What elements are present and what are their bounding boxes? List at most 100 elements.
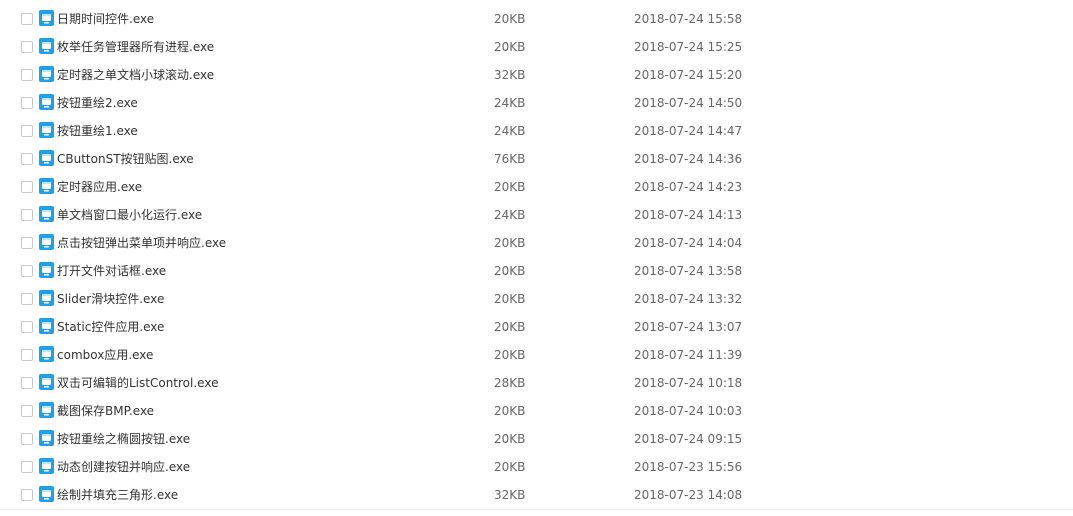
file-row[interactable]: 枚举任务管理器所有进程.exe 20KB 2018-07-24 15:25 — [0, 34, 1073, 62]
file-row[interactable]: CButtonST按钮贴图.exe 76KB 2018-07-24 14:36 — [0, 146, 1073, 174]
file-modified-date: 2018-07-24 14:50 — [634, 96, 743, 110]
file-row[interactable]: combox应用.exe 20KB 2018-07-24 11:39 — [0, 342, 1073, 370]
row-checkbox[interactable] — [21, 489, 33, 501]
file-modified-date: 2018-07-24 15:25 — [634, 40, 743, 54]
exe-file-icon — [39, 374, 54, 390]
row-checkbox[interactable] — [21, 153, 33, 165]
file-modified-date: 2018-07-23 14:08 — [634, 488, 743, 502]
file-name-link[interactable]: 按钮重绘2.exe — [57, 95, 138, 111]
file-name-link[interactable]: combox应用.exe — [57, 347, 153, 363]
row-checkbox[interactable] — [21, 433, 33, 445]
file-size: 20KB — [494, 40, 526, 54]
exe-file-icon — [39, 94, 54, 110]
file-row[interactable]: 动态创建按钮并响应.exe 20KB 2018-07-23 15:56 — [0, 454, 1073, 482]
exe-file-icon — [39, 486, 54, 502]
file-size: 20KB — [494, 264, 526, 278]
file-size: 76KB — [494, 152, 526, 166]
file-name-link[interactable]: CButtonST按钮贴图.exe — [57, 151, 194, 167]
file-row[interactable]: 绘制并填充三角形.exe 32KB 2018-07-23 14:08 — [0, 482, 1073, 510]
row-checkbox[interactable] — [21, 405, 33, 417]
file-name-link[interactable]: 单文档窗口最小化运行.exe — [57, 207, 202, 223]
file-size: 24KB — [494, 208, 526, 222]
file-modified-date: 2018-07-24 09:15 — [634, 432, 743, 446]
file-name-link[interactable]: 动态创建按钮并响应.exe — [57, 459, 190, 475]
exe-file-icon — [39, 318, 54, 334]
file-size: 28KB — [494, 376, 526, 390]
file-modified-date: 2018-07-24 11:39 — [634, 348, 743, 362]
file-name-link[interactable]: 定时器应用.exe — [57, 179, 142, 195]
file-name-link[interactable]: Static控件应用.exe — [57, 319, 164, 335]
file-size: 20KB — [494, 460, 526, 474]
file-row[interactable]: 按钮重绘1.exe 24KB 2018-07-24 14:47 — [0, 118, 1073, 146]
exe-file-icon — [39, 430, 54, 446]
row-checkbox[interactable] — [21, 461, 33, 473]
file-row[interactable]: Slider滑块控件.exe 20KB 2018-07-24 13:32 — [0, 286, 1073, 314]
file-size: 20KB — [494, 320, 526, 334]
file-size: 20KB — [494, 404, 526, 418]
file-name-link[interactable]: 绘制并填充三角形.exe — [57, 487, 178, 503]
file-name-link[interactable]: 打开文件对话框.exe — [57, 263, 166, 279]
file-name-link[interactable]: 枚举任务管理器所有进程.exe — [57, 39, 214, 55]
exe-file-icon — [39, 10, 54, 26]
file-row[interactable]: 定时器之单文档小球滚动.exe 32KB 2018-07-24 15:20 — [0, 62, 1073, 90]
file-modified-date: 2018-07-24 14:13 — [634, 208, 743, 222]
file-row[interactable]: 定时器应用.exe 20KB 2018-07-24 14:23 — [0, 174, 1073, 202]
file-modified-date: 2018-07-24 13:58 — [634, 264, 743, 278]
file-name-link[interactable]: 双击可编辑的ListControl.exe — [57, 375, 218, 391]
file-name-link[interactable]: 按钮重绘之椭圆按钮.exe — [57, 431, 190, 447]
file-name-link[interactable]: 点击按钮弹出菜单项并响应.exe — [57, 235, 226, 251]
row-checkbox[interactable] — [21, 125, 33, 137]
file-name-link[interactable]: Slider滑块控件.exe — [57, 291, 164, 307]
file-modified-date: 2018-07-24 13:32 — [634, 292, 743, 306]
row-checkbox[interactable] — [21, 349, 33, 361]
file-modified-date: 2018-07-24 15:20 — [634, 68, 743, 82]
row-checkbox[interactable] — [21, 97, 33, 109]
file-row[interactable]: 单文档窗口最小化运行.exe 24KB 2018-07-24 14:13 — [0, 202, 1073, 230]
row-checkbox[interactable] — [21, 181, 33, 193]
file-modified-date: 2018-07-24 10:03 — [634, 404, 743, 418]
row-checkbox[interactable] — [21, 293, 33, 305]
file-name-link[interactable]: 定时器之单文档小球滚动.exe — [57, 67, 214, 83]
exe-file-icon — [39, 38, 54, 54]
file-size: 20KB — [494, 348, 526, 362]
file-name-link[interactable]: 日期时间控件.exe — [57, 11, 154, 27]
exe-file-icon — [39, 262, 54, 278]
row-checkbox[interactable] — [21, 69, 33, 81]
exe-file-icon — [39, 122, 54, 138]
file-row[interactable]: 按钮重绘之椭圆按钮.exe 20KB 2018-07-24 09:15 — [0, 426, 1073, 454]
file-row[interactable]: 点击按钮弹出菜单项并响应.exe 20KB 2018-07-24 14:04 — [0, 230, 1073, 258]
exe-file-icon — [39, 66, 54, 82]
file-row[interactable]: 日期时间控件.exe 20KB 2018-07-24 15:58 — [0, 6, 1073, 34]
file-row[interactable]: 截图保存BMP.exe 20KB 2018-07-24 10:03 — [0, 398, 1073, 426]
row-checkbox[interactable] — [21, 321, 33, 333]
file-modified-date: 2018-07-24 14:47 — [634, 124, 743, 138]
exe-file-icon — [39, 290, 54, 306]
file-name-link[interactable]: 截图保存BMP.exe — [57, 403, 154, 419]
file-size: 20KB — [494, 292, 526, 306]
exe-file-icon — [39, 206, 54, 222]
file-size: 32KB — [494, 488, 526, 502]
row-checkbox[interactable] — [21, 41, 33, 53]
row-checkbox[interactable] — [21, 209, 33, 221]
exe-file-icon — [39, 458, 54, 474]
file-modified-date: 2018-07-24 14:23 — [634, 180, 743, 194]
file-size: 24KB — [494, 124, 526, 138]
exe-file-icon — [39, 234, 54, 250]
file-modified-date: 2018-07-24 14:36 — [634, 152, 743, 166]
file-size: 20KB — [494, 180, 526, 194]
row-checkbox[interactable] — [21, 13, 33, 25]
exe-file-icon — [39, 346, 54, 362]
row-checkbox[interactable] — [21, 237, 33, 249]
file-row[interactable]: Static控件应用.exe 20KB 2018-07-24 13:07 — [0, 314, 1073, 342]
file-row[interactable]: 打开文件对话框.exe 20KB 2018-07-24 13:58 — [0, 258, 1073, 286]
row-checkbox[interactable] — [21, 265, 33, 277]
file-modified-date: 2018-07-23 15:56 — [634, 460, 743, 474]
file-name-link[interactable]: 按钮重绘1.exe — [57, 123, 138, 139]
file-row[interactable]: 双击可编辑的ListControl.exe 28KB 2018-07-24 10:1… — [0, 370, 1073, 398]
exe-file-icon — [39, 402, 54, 418]
file-list: 日期时间控件.exe 20KB 2018-07-24 15:58 枚举任务管理器所有进… — [0, 0, 1073, 516]
file-size: 20KB — [494, 12, 526, 26]
file-modified-date: 2018-07-24 15:58 — [634, 12, 743, 26]
row-checkbox[interactable] — [21, 377, 33, 389]
file-row[interactable]: 按钮重绘2.exe 24KB 2018-07-24 14:50 — [0, 90, 1073, 118]
